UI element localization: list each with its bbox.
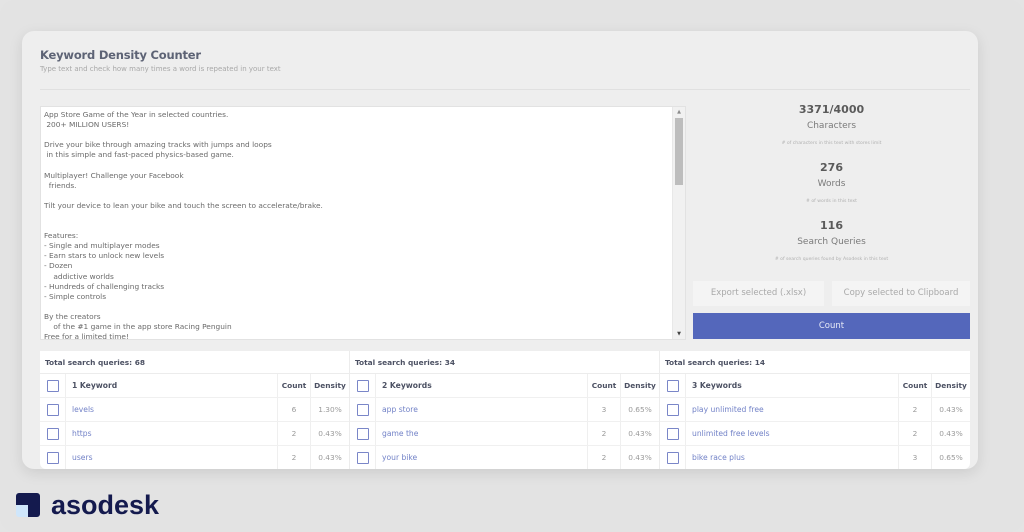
- row-checkbox[interactable]: [666, 427, 679, 440]
- select-all-checkbox[interactable]: [356, 379, 369, 392]
- keyword-link[interactable]: users: [72, 453, 93, 462]
- column-header-density[interactable]: Density: [932, 374, 970, 397]
- keyword-table-1: Total search queries: 68 1 Keyword Count…: [40, 351, 350, 469]
- row-checkbox[interactable]: [356, 403, 369, 416]
- keyword-link[interactable]: app store: [382, 405, 418, 414]
- page-title: Keyword Density Counter: [40, 48, 201, 62]
- table-row: unlimited free levels 2 0.43%: [660, 422, 970, 446]
- column-header-count[interactable]: Count: [899, 374, 932, 397]
- total-search-queries: Total search queries: 34: [350, 351, 659, 374]
- keyword-density-card: Keyword Density Counter Type text and ch…: [22, 31, 978, 469]
- text-input-area[interactable]: App Store Game of the Year in selected c…: [40, 106, 686, 340]
- table-row: app store 3 0.65%: [350, 398, 659, 422]
- brand-name: asodesk: [51, 490, 160, 520]
- keyword-density: 0.43%: [628, 429, 652, 438]
- keyword-tables: Total search queries: 68 1 Keyword Count…: [40, 351, 970, 469]
- keyword-count: 2: [278, 446, 311, 469]
- total-search-queries: Total search queries: 14: [660, 351, 970, 374]
- column-header-density[interactable]: Density: [311, 374, 349, 397]
- column-header-density[interactable]: Density: [621, 374, 659, 397]
- page-subtitle: Type text and check how many times a wor…: [40, 65, 281, 73]
- keyword-count: 6: [278, 398, 311, 421]
- keyword-link[interactable]: game the: [382, 429, 418, 438]
- asodesk-logo-icon: [16, 493, 40, 517]
- keyword-link[interactable]: play unlimited free: [692, 405, 764, 414]
- table-row: users 2 0.43%: [40, 446, 349, 469]
- column-header-keyword[interactable]: 3 Keywords: [686, 374, 899, 397]
- column-header-count[interactable]: Count: [588, 374, 621, 397]
- table-header-row: 3 Keywords Count Density: [660, 374, 970, 398]
- text-input-content[interactable]: App Store Game of the Year in selected c…: [44, 110, 671, 339]
- table-row: game the 2 0.43%: [350, 422, 659, 446]
- stat-value: 276: [820, 161, 843, 174]
- copy-to-clipboard-button[interactable]: Copy selected to Clipboard: [832, 281, 970, 306]
- scroll-down-arrow-icon[interactable]: ▼: [673, 329, 685, 339]
- stats-panel: 3371/4000 Characters # of characters in …: [693, 103, 970, 277]
- editor-scrollbar[interactable]: ▲ ▼: [672, 107, 685, 339]
- select-all-checkbox[interactable]: [46, 379, 59, 392]
- keyword-count: 2: [588, 446, 621, 469]
- keyword-count: 2: [899, 422, 932, 445]
- column-header-keyword[interactable]: 1 Keyword: [66, 374, 278, 397]
- row-checkbox[interactable]: [46, 427, 59, 440]
- keyword-density: 0.43%: [318, 453, 342, 462]
- stat-label: Words: [817, 179, 846, 189]
- stat-value: 116: [820, 219, 843, 232]
- table-row: your bike 2 0.43%: [350, 446, 659, 469]
- keyword-density: 0.43%: [939, 429, 963, 438]
- table-row: levels 6 1.30%: [40, 398, 349, 422]
- row-checkbox[interactable]: [356, 452, 369, 464]
- keyword-count: 3: [588, 398, 621, 421]
- keyword-density: 0.43%: [318, 429, 342, 438]
- stat-value: 3371/4000: [798, 103, 865, 116]
- stat-search-queries: 116 Search Queries # of search queries f…: [693, 219, 970, 277]
- count-button[interactable]: Count: [693, 313, 970, 339]
- column-header-count[interactable]: Count: [278, 374, 311, 397]
- stat-hint: # of words in this text: [806, 199, 857, 204]
- row-checkbox[interactable]: [46, 403, 59, 416]
- table-header-row: 1 Keyword Count Density: [40, 374, 349, 398]
- stat-words: 276 Words # of words in this text: [693, 161, 970, 219]
- row-checkbox[interactable]: [666, 403, 679, 416]
- keyword-count: 2: [588, 422, 621, 445]
- asodesk-logo: asodesk: [16, 490, 159, 520]
- keyword-link[interactable]: bike race plus: [692, 453, 745, 462]
- table-row: bike race plus 3 0.65%: [660, 446, 970, 469]
- keyword-link[interactable]: levels: [72, 405, 94, 414]
- row-checkbox[interactable]: [666, 452, 679, 464]
- row-checkbox[interactable]: [46, 452, 59, 464]
- stat-hint: # of characters in this text with stores…: [781, 141, 882, 146]
- keyword-density: 0.43%: [939, 405, 963, 414]
- keyword-table-2: Total search queries: 34 2 Keywords Coun…: [350, 351, 660, 469]
- total-search-queries: Total search queries: 68: [40, 351, 349, 374]
- table-row: play unlimited free 2 0.43%: [660, 398, 970, 422]
- keyword-link[interactable]: your bike: [382, 453, 417, 462]
- keyword-density: 0.43%: [628, 453, 652, 462]
- keyword-table-3: Total search queries: 14 3 Keywords Coun…: [660, 351, 970, 469]
- export-selected-button[interactable]: Export selected (.xlsx): [693, 281, 824, 306]
- keyword-link[interactable]: https: [72, 429, 92, 438]
- keyword-density: 1.30%: [318, 405, 342, 414]
- keyword-count: 2: [278, 422, 311, 445]
- keyword-density: 0.65%: [628, 405, 652, 414]
- stat-characters: 3371/4000 Characters # of characters in …: [693, 103, 970, 161]
- column-header-keyword[interactable]: 2 Keywords: [376, 374, 588, 397]
- keyword-density: 0.65%: [939, 453, 963, 462]
- header-divider: [40, 89, 970, 90]
- stat-hint: # of search queries found by Asodesk in …: [774, 257, 889, 262]
- table-header-row: 2 Keywords Count Density: [350, 374, 659, 398]
- select-all-checkbox[interactable]: [666, 379, 679, 392]
- stat-label: Characters: [806, 121, 857, 131]
- keyword-count: 3: [899, 446, 932, 469]
- keyword-count: 2: [899, 398, 932, 421]
- keyword-link[interactable]: unlimited free levels: [692, 429, 770, 438]
- scrollbar-thumb[interactable]: [675, 118, 683, 185]
- table-row: https 2 0.43%: [40, 422, 349, 446]
- row-checkbox[interactable]: [356, 427, 369, 440]
- scroll-up-arrow-icon[interactable]: ▲: [673, 107, 685, 117]
- stat-label: Search Queries: [797, 237, 866, 247]
